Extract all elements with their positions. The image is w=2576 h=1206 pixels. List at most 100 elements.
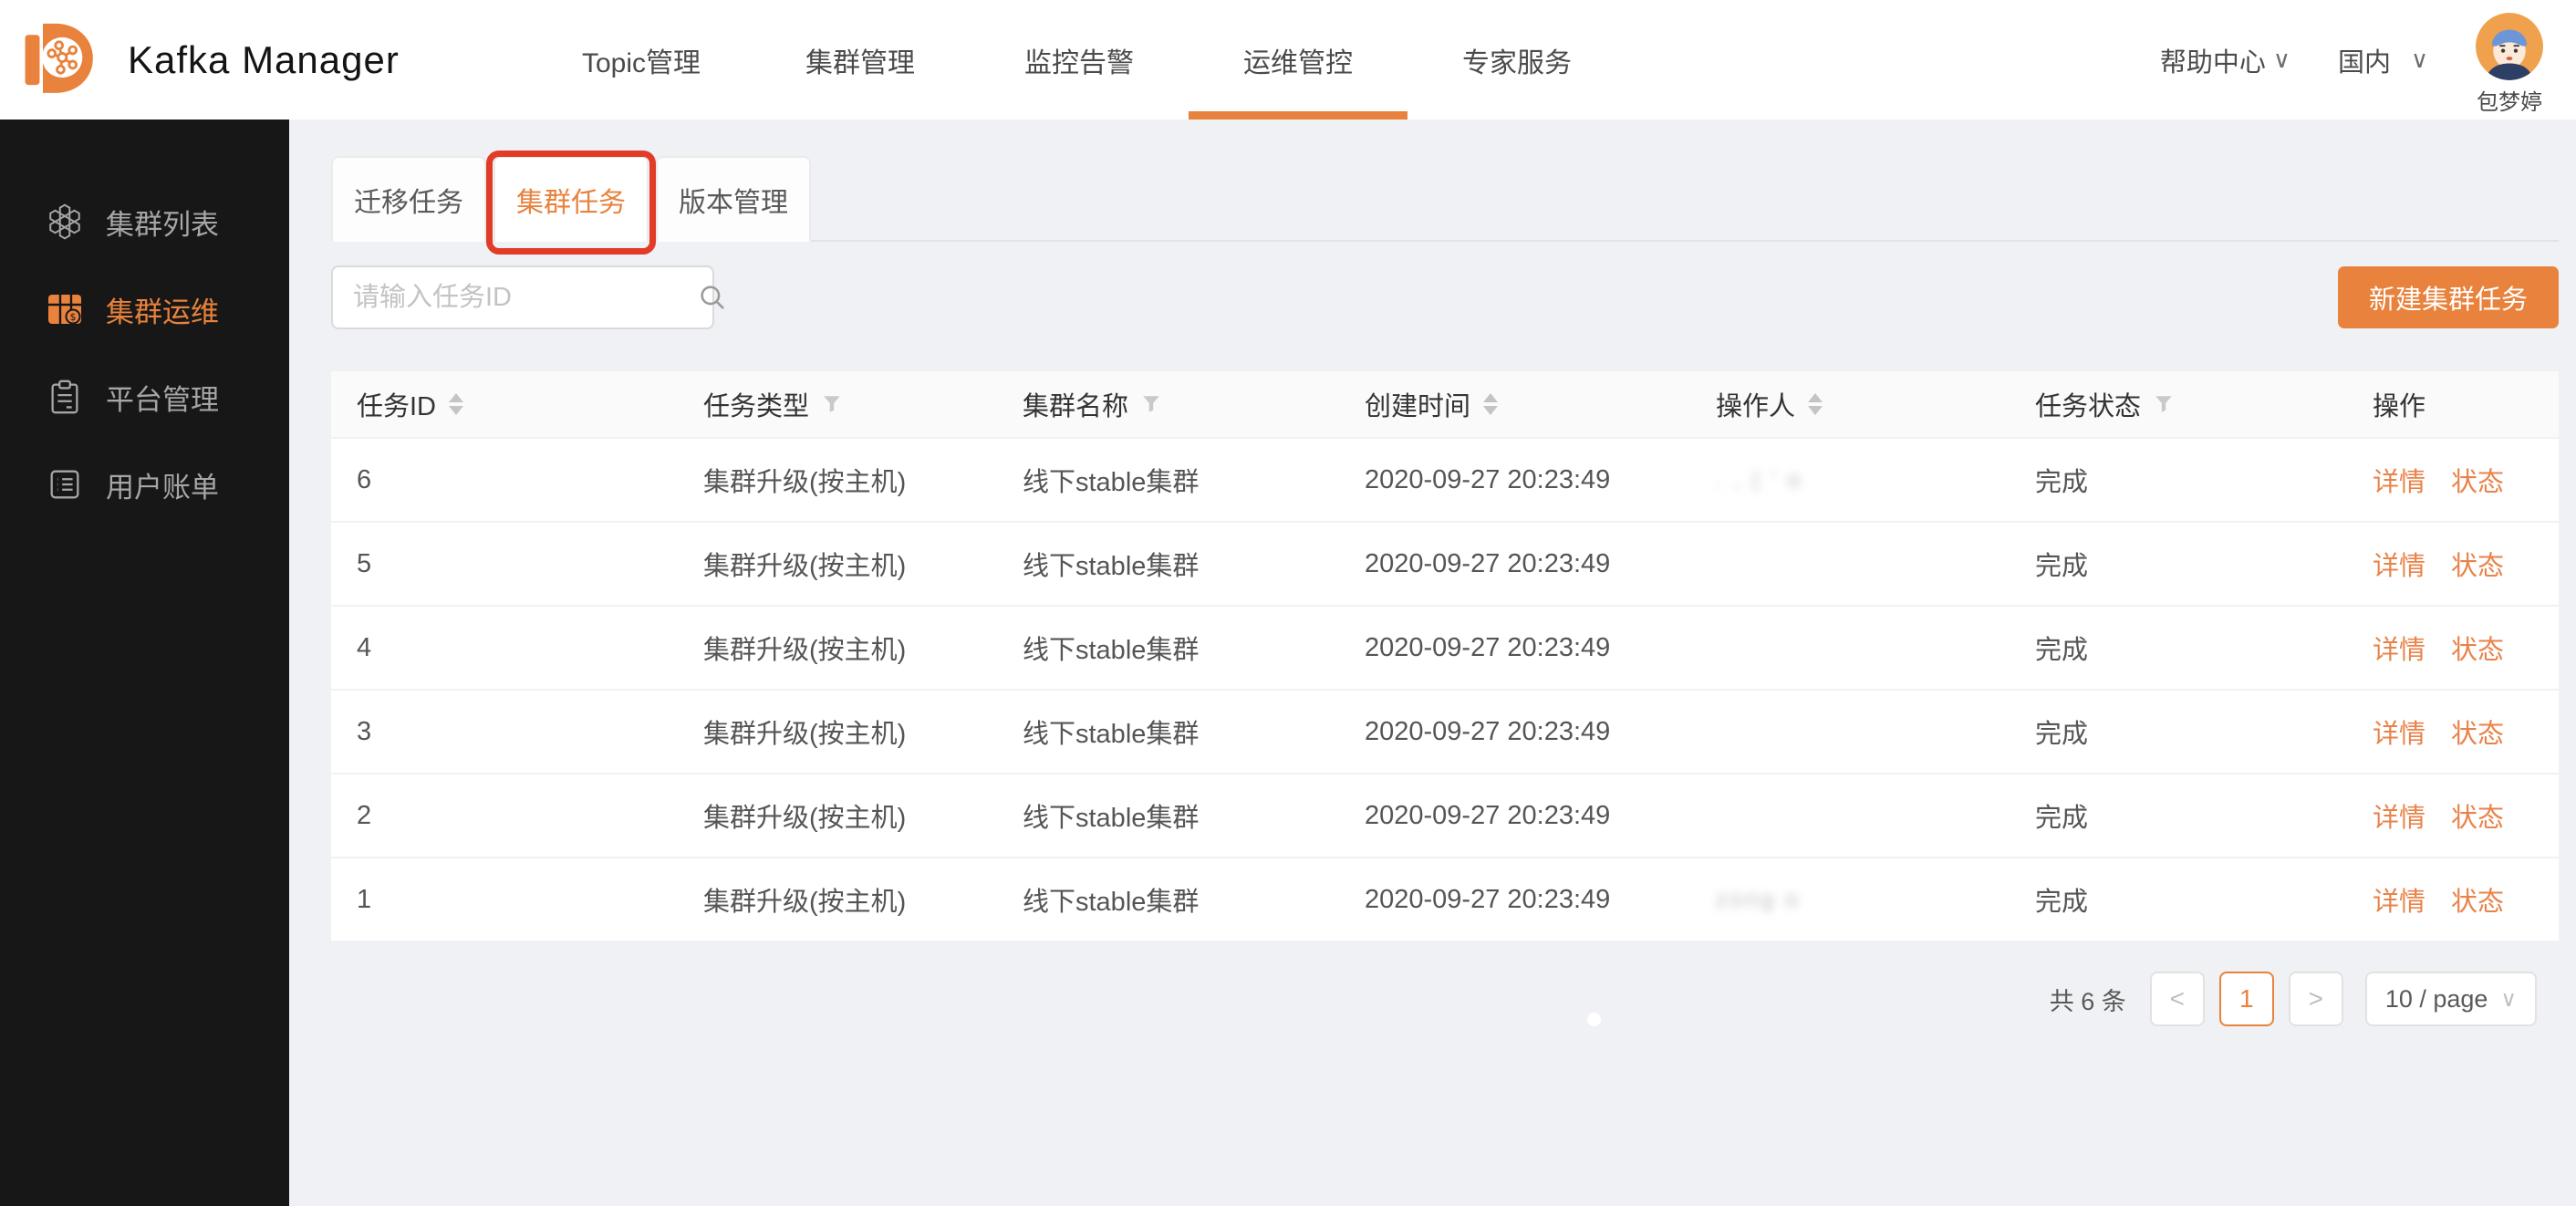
cell-cluster-name: 线下stable集群	[1023, 804, 1200, 833]
cell-task-type: 集群升级(按主机)	[703, 888, 907, 917]
column-header-cluster-name: 集群名称	[997, 385, 1339, 423]
table-row: 2 集群升级(按主机) 线下stable集群 2020-09-27 20:23:…	[331, 773, 2559, 857]
user-menu[interactable]: 包梦婷	[2476, 13, 2543, 116]
filter-icon[interactable]	[1141, 394, 1161, 414]
status-link[interactable]: 状态	[2451, 545, 2504, 583]
cell-task-status: 完成	[2035, 636, 2089, 665]
tab-migration-tasks[interactable]: 迁移任务	[331, 156, 486, 242]
detail-link[interactable]: 详情	[2373, 461, 2425, 499]
page-size-select[interactable]: 10 / page ∨	[2364, 972, 2537, 1026]
main-content: 迁移任务 集群任务 版本管理 新建集群任务 任务ID 任务类型	[289, 120, 2576, 1206]
cell-task-id: 2	[357, 800, 372, 830]
cell-task-type: 集群升级(按主机)	[703, 468, 907, 497]
cell-task-id: 1	[357, 884, 372, 914]
next-page-button[interactable]: >	[2288, 972, 2343, 1026]
cell-task-type: 集群升级(按主机)	[703, 636, 907, 665]
cell-cluster-name: 线下stable集群	[1023, 720, 1200, 749]
cell-task-status: 完成	[2035, 888, 2089, 917]
tab-cluster-tasks[interactable]: 集群任务	[486, 151, 656, 255]
status-link[interactable]: 状态	[2451, 629, 2504, 667]
toolbar: 新建集群任务	[331, 265, 2559, 329]
page-number-button[interactable]: 1	[2218, 972, 2274, 1026]
region-selector[interactable]: 国内 ∨	[2338, 41, 2428, 79]
honeycomb-icon	[44, 201, 86, 243]
detail-link[interactable]: 详情	[2373, 796, 2425, 835]
status-link[interactable]: 状态	[2451, 880, 2504, 919]
sidebar-item-cluster-ops[interactable]: $ 集群运维	[0, 265, 289, 353]
nav-topic-management[interactable]: Topic管理	[532, 0, 751, 120]
clipboard-icon	[44, 376, 86, 418]
cell-created-time: 2020-09-27 20:23:49	[1365, 548, 1611, 578]
nav-expert-service[interactable]: 专家服务	[1407, 0, 1626, 120]
cell-task-status: 完成	[2035, 720, 2089, 749]
sort-icon[interactable]	[1808, 393, 1823, 415]
table-header-row: 任务ID 任务类型 集群名称 创建时间 操作人 任务状态 操作	[331, 371, 2559, 437]
cell-task-status: 完成	[2035, 468, 2089, 497]
cell-cluster-name: 线下stable集群	[1023, 468, 1200, 497]
app-logo[interactable]: Kafka Manager	[22, 0, 400, 120]
detail-link[interactable]: 详情	[2373, 545, 2425, 583]
cell-task-id: 5	[357, 548, 372, 578]
chevron-down-icon: ∨	[2410, 46, 2428, 73]
filter-icon[interactable]	[822, 394, 842, 414]
header-right: 帮助中心 ∨ 国内 ∨ 包梦婷	[2160, 0, 2543, 120]
avatar	[2476, 13, 2543, 80]
status-link[interactable]: 状态	[2451, 461, 2504, 499]
sidebar-item-label: 集群运维	[106, 296, 219, 328]
cell-cluster-name: 线下stable集群	[1023, 636, 1200, 665]
nav-ops-control[interactable]: 运维管控	[1189, 0, 1407, 120]
task-id-search-input[interactable]	[353, 282, 697, 313]
table-row: 3 集群升级(按主机) 线下stable集群 2020-09-27 20:23:…	[331, 689, 2559, 773]
app-header: Kafka Manager Topic管理 集群管理 监控告警 运维管控 专家服…	[0, 0, 2576, 120]
column-header-operator: 操作人	[1690, 385, 2010, 423]
column-header-task-status: 任务状态	[2010, 385, 2347, 423]
create-cluster-task-button[interactable]: 新建集群任务	[2337, 266, 2559, 328]
cell-task-id: 3	[357, 716, 372, 746]
chevron-left-icon: <	[2169, 984, 2185, 1013]
sort-icon[interactable]	[449, 393, 464, 415]
chevron-right-icon: >	[2308, 984, 2323, 1013]
sidebar-item-platform-management[interactable]: 平台管理	[0, 353, 289, 441]
table-row: 4 集群升级(按主机) 线下stable集群 2020-09-27 20:23:…	[331, 605, 2559, 689]
cell-task-id: 6	[357, 464, 372, 494]
top-nav: Topic管理 集群管理 监控告警 运维管控 专家服务	[532, 0, 1626, 120]
sidebar-item-label: 用户账单	[106, 471, 219, 504]
sidebar-item-user-billing[interactable]: 用户账单	[0, 441, 289, 528]
detail-link[interactable]: 详情	[2373, 880, 2425, 919]
search-icon[interactable]	[697, 282, 728, 313]
pagination: 共 6 条 < 1 > 10 / page ∨	[331, 972, 2559, 1026]
nav-cluster-management[interactable]: 集群管理	[751, 0, 970, 120]
status-link[interactable]: 状态	[2451, 796, 2504, 835]
column-header-task-type: 任务类型	[678, 385, 997, 423]
kafka-manager-logo-icon	[22, 16, 106, 104]
help-center-menu[interactable]: 帮助中心 ∨	[2160, 41, 2290, 79]
detail-link[interactable]: 详情	[2373, 629, 2425, 667]
task-search-box	[331, 265, 724, 329]
column-header-actions: 操作	[2373, 392, 2426, 421]
tab-version-management[interactable]: 版本管理	[656, 156, 811, 242]
sort-icon[interactable]	[1483, 393, 1499, 415]
sidebar-item-label: 平台管理	[106, 383, 219, 416]
sidebar: 集群列表 $ 集群运维 平台管理 用户账单	[0, 120, 289, 1206]
user-name: 包梦婷	[2477, 90, 2542, 115]
table-row: 5 集群升级(按主机) 线下stable集群 2020-09-27 20:23:…	[331, 521, 2559, 605]
prev-page-button[interactable]: <	[2149, 972, 2205, 1026]
cell-operator: . , ( ' o	[1716, 466, 1803, 493]
tabs-bar: 迁移任务 集群任务 版本管理	[331, 151, 2559, 255]
column-header-created-time: 创建时间	[1339, 385, 1690, 423]
cell-created-time: 2020-09-27 20:23:49	[1365, 800, 1611, 830]
sidebar-item-cluster-list[interactable]: 集群列表	[0, 178, 289, 265]
billing-table-icon: $	[44, 288, 86, 330]
nav-monitor-alert[interactable]: 监控告警	[970, 0, 1189, 120]
stray-dot	[1587, 1013, 1601, 1026]
cell-cluster-name: 线下stable集群	[1023, 552, 1200, 581]
cell-cluster-name: 线下stable集群	[1023, 888, 1200, 917]
pagination-total: 共 6 条	[2049, 987, 2126, 1015]
cluster-tasks-table: 任务ID 任务类型 集群名称 创建时间 操作人 任务状态 操作 6 集群升级(按…	[331, 371, 2559, 941]
filter-icon[interactable]	[2154, 394, 2174, 414]
cell-created-time: 2020-09-27 20:23:49	[1365, 464, 1611, 494]
detail-link[interactable]: 详情	[2373, 712, 2425, 751]
table-row: 6 集群升级(按主机) 线下stable集群 2020-09-27 20:23:…	[331, 437, 2559, 521]
cell-task-status: 完成	[2035, 552, 2089, 581]
status-link[interactable]: 状态	[2451, 712, 2504, 751]
